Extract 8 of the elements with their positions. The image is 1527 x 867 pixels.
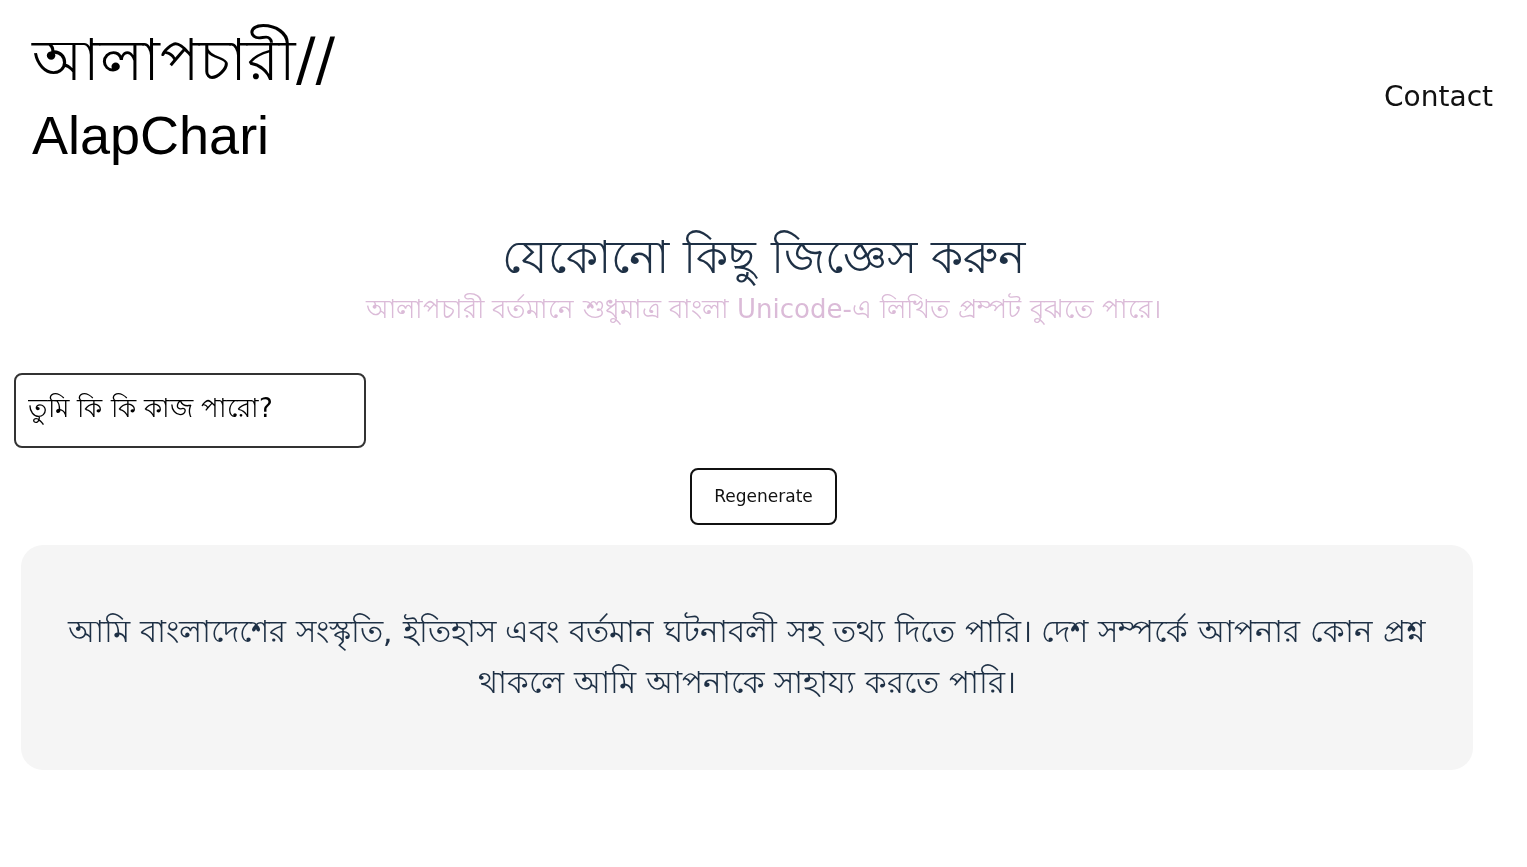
- answer-text: আমি বাংলাদেশের সংস্কৃতি, ইতিহাস এবং বর্তমান ঘটনাবলী সহ তথ্য দিতে পারি। দেশ সম্পর্কে আপনার কোন প্রশ্ন থাকলে আমি আপনাকে সাহায্য করতে পারি।: [21, 544, 1473, 770]
- logo-text[interactable]: আলাপচারী//: [32, 18, 336, 107]
- page-heading: যেকোনো কিছু জিজ্ঞেস করুন: [501, 229, 1026, 288]
- prompt-field[interactable]: তুমি কি কি কাজ পারো?: [14, 372, 366, 448]
- nav-link[interactable]: Contact: [1384, 76, 1493, 118]
- regenerate-button[interactable]: Regenerate: [690, 467, 837, 525]
- subtitle: আলাপচারী বর্তমানে শুধুমাত্র বাংলা Unicode-এ লিখিত প্রম্পট বুঝতে পারে।: [366, 292, 1161, 327]
- logo-text[interactable]: AlapChari: [32, 108, 270, 163]
